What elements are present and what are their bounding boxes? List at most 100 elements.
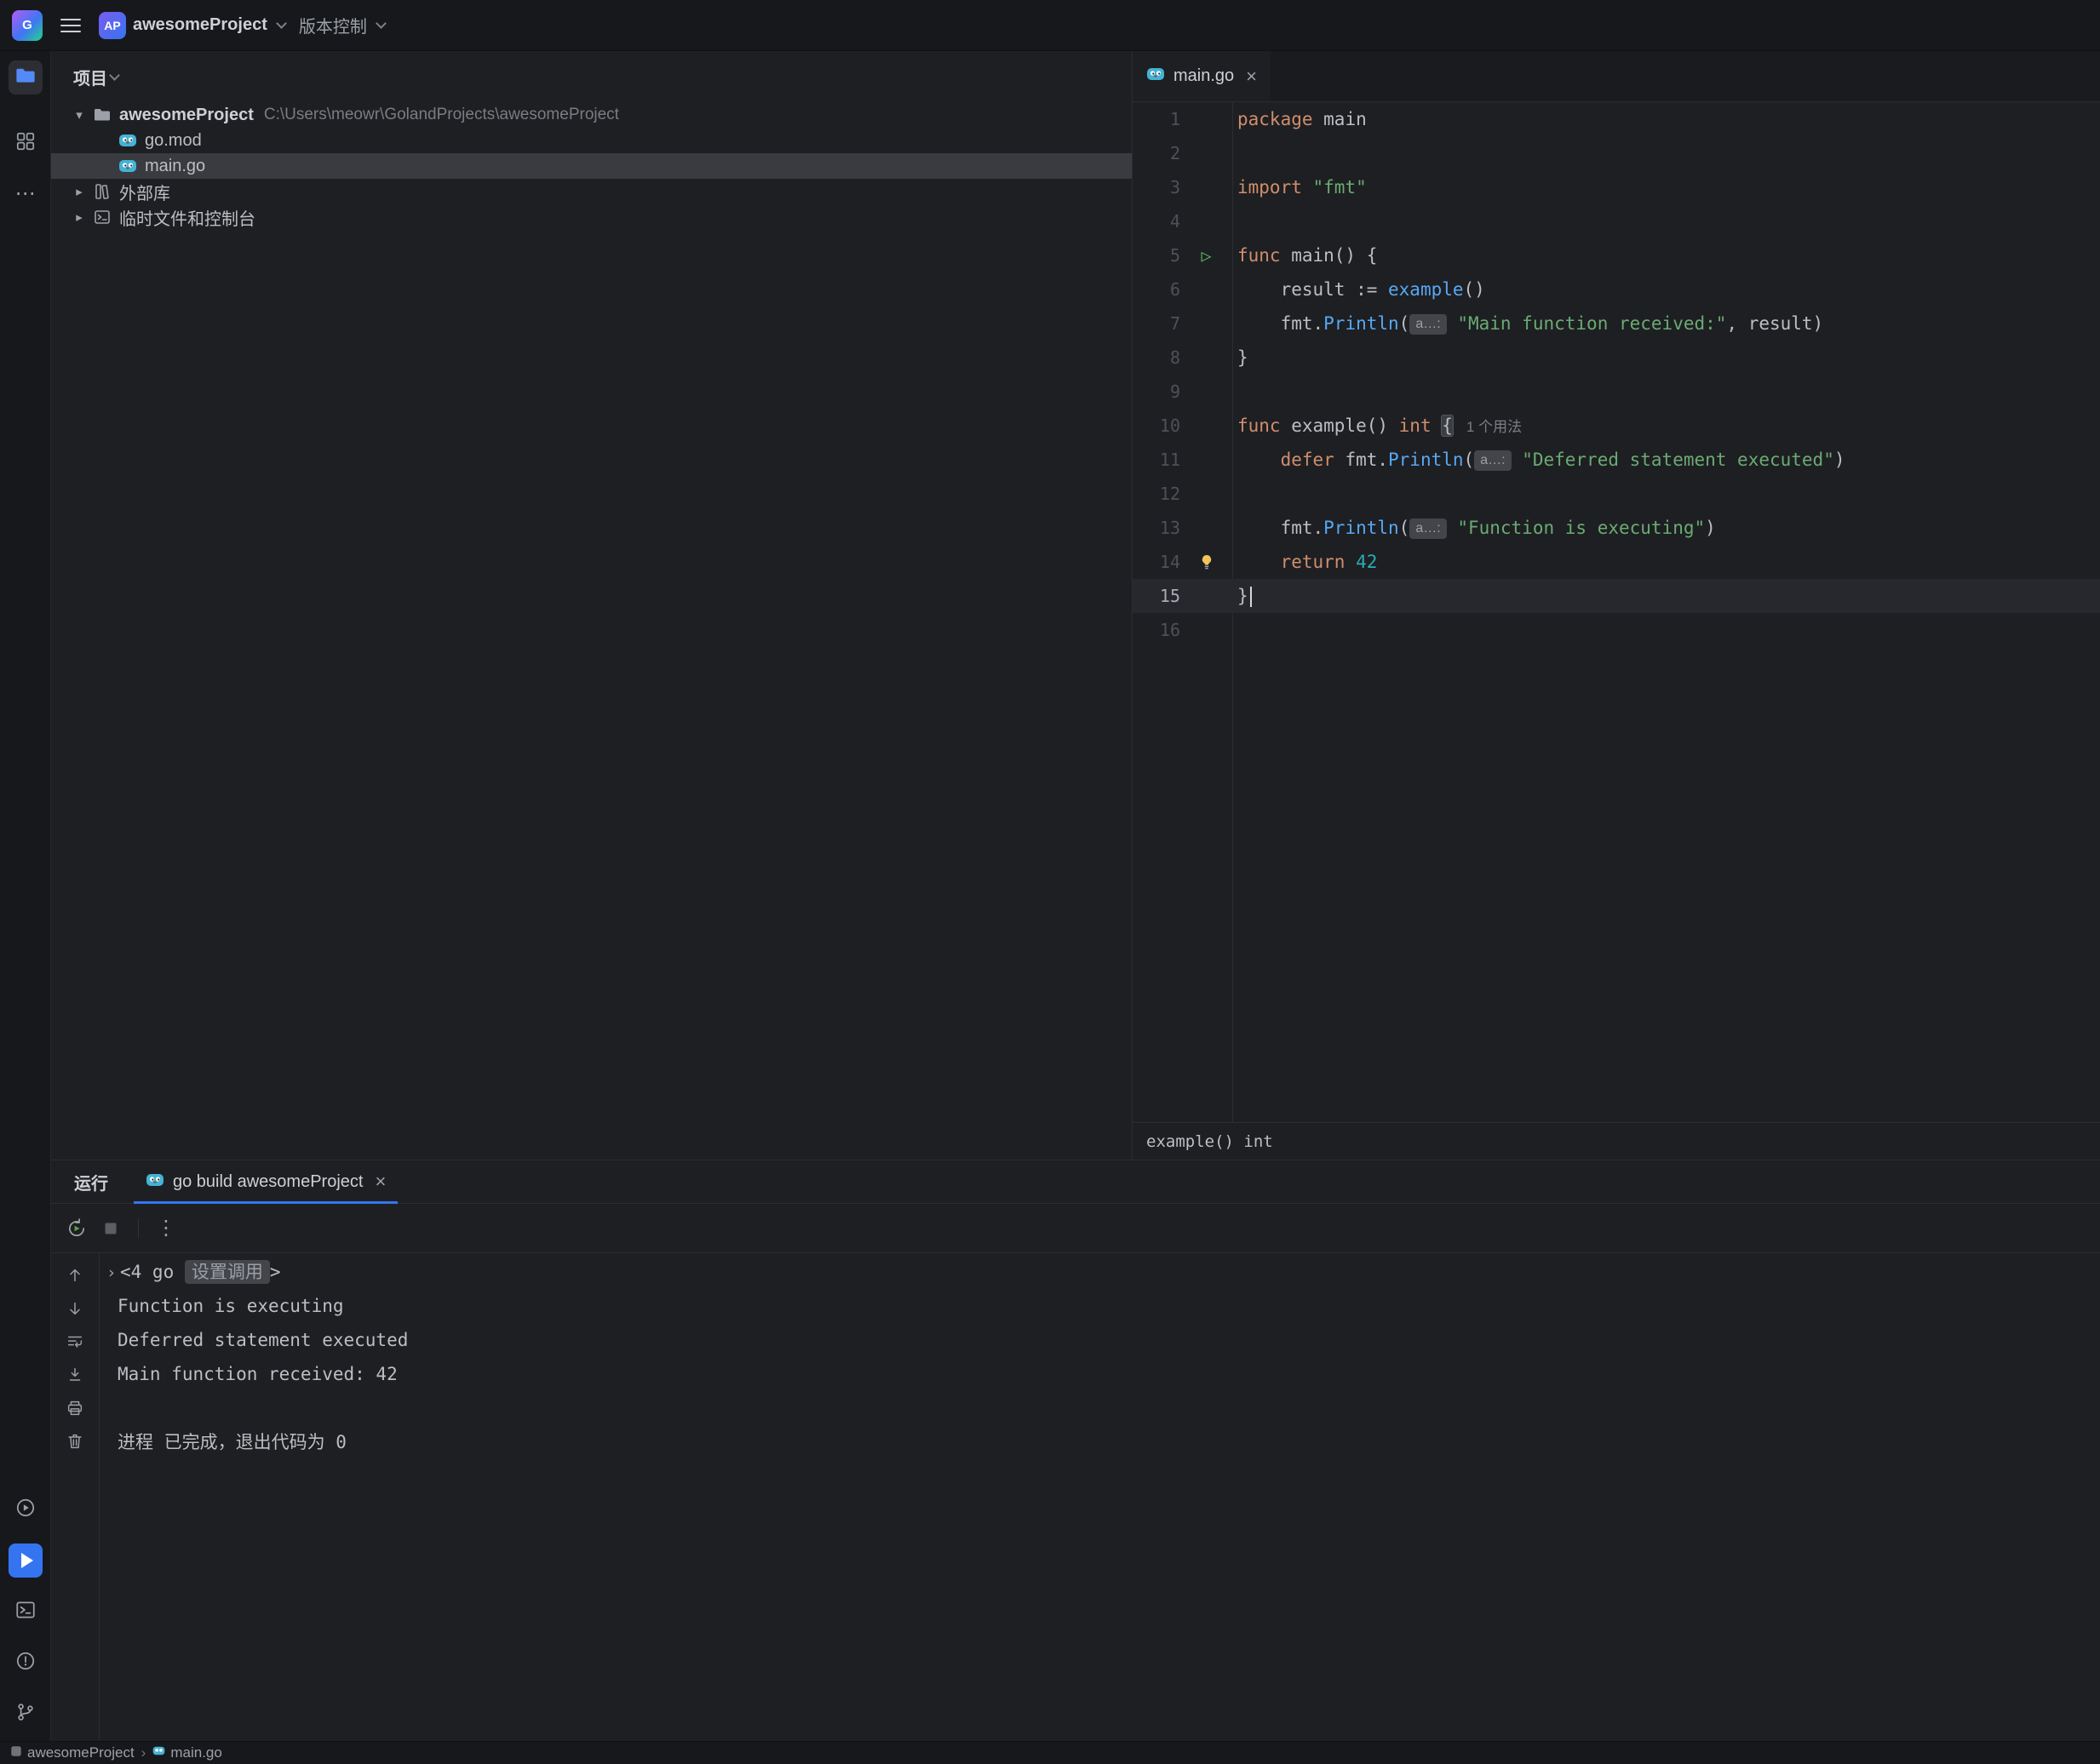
project-folder-icon xyxy=(14,65,37,91)
tool-services-button[interactable] xyxy=(9,1492,43,1526)
code-text: } xyxy=(1232,579,1252,613)
print-button[interactable] xyxy=(65,1398,85,1418)
intention-bulb-icon[interactable] xyxy=(1180,545,1232,579)
code-text: } xyxy=(1232,341,1248,375)
run-tool-window: 运行 go build awesomeProject × ⋮ xyxy=(51,1160,2100,1741)
chevron-down-icon[interactable]: ▾ xyxy=(66,107,92,123)
tool-structure-button[interactable] xyxy=(9,126,43,160)
tool-problems-button[interactable] xyxy=(9,1646,43,1680)
code-editor[interactable]: 1package main23import "fmt"45▷func main(… xyxy=(1133,102,2100,1122)
run-panel-title: 运行 xyxy=(74,1170,108,1194)
console-output[interactable]: ›<4 go 设置调用>Function is executingDeferre… xyxy=(100,1253,2100,1741)
go-icon xyxy=(118,130,138,151)
status-bar: awesomeProject › main.go xyxy=(0,1741,2100,1764)
line-number: 9 xyxy=(1133,375,1180,409)
gutter-spacer xyxy=(1180,477,1232,511)
editor-line-10[interactable]: 10func example() int {1 个用法 xyxy=(1133,409,2100,443)
code-text: import "fmt" xyxy=(1232,170,1367,204)
run-icon xyxy=(21,1553,33,1568)
breadcrumb-separator: › xyxy=(141,1744,146,1761)
tree-item-go-mod[interactable]: go.mod xyxy=(51,128,1132,153)
problems-icon xyxy=(14,1650,37,1676)
code-text xyxy=(1232,613,1237,647)
editor-line-11[interactable]: 11 defer fmt.Println(a…: "Deferred state… xyxy=(1133,443,2100,477)
line-number: 8 xyxy=(1133,341,1180,375)
editor-line-3[interactable]: 3import "fmt" xyxy=(1133,170,2100,204)
console-line: Main function received: 42 xyxy=(100,1357,2100,1391)
chevron-right-icon[interactable]: ▸ xyxy=(66,184,92,199)
statusbar-project-crumb[interactable]: awesomeProject xyxy=(10,1744,135,1761)
tree-item-main-go[interactable]: main.go xyxy=(51,153,1132,179)
chevron-right-icon[interactable]: ▸ xyxy=(66,209,92,225)
usages-inlay-hint[interactable]: 1 个用法 xyxy=(1466,419,1522,435)
project-widget[interactable]: AP awesomeProject xyxy=(99,12,285,39)
tool-project-button[interactable] xyxy=(9,60,43,94)
close-tab-icon[interactable]: × xyxy=(1246,67,1257,86)
run-tab-go-build[interactable]: go build awesomeProject × xyxy=(134,1160,398,1203)
editor-line-13[interactable]: 13 fmt.Println(a…: "Function is executin… xyxy=(1133,511,2100,545)
more-options-button[interactable]: ⋮ xyxy=(154,1217,178,1240)
code-token: } xyxy=(1237,347,1248,368)
soft-wrap-button[interactable] xyxy=(65,1332,85,1352)
tree-item-scratches-consoles[interactable]: ▸临时文件和控制台 xyxy=(51,204,1132,230)
tool-run-button[interactable] xyxy=(9,1544,43,1578)
structure-icon xyxy=(14,130,37,157)
command-settings-chip[interactable]: 设置调用 xyxy=(185,1260,270,1284)
code-token: ( xyxy=(1399,313,1410,334)
editor-line-8[interactable]: 8} xyxy=(1133,341,2100,375)
main-menu-button[interactable] xyxy=(56,11,85,40)
editor-line-7[interactable]: 7 fmt.Println(a…: "Main function receive… xyxy=(1133,306,2100,341)
editor-line-9[interactable]: 9 xyxy=(1133,375,2100,409)
vcs-widget[interactable]: 版本控制 xyxy=(299,13,385,37)
clear-console-button[interactable] xyxy=(65,1431,85,1452)
editor-area: main.go × 1package main23import "fmt"45▷… xyxy=(1133,51,2100,1160)
gutter-spacer xyxy=(1180,613,1232,647)
project-avatar: AP xyxy=(99,12,126,39)
project-icon xyxy=(10,1744,22,1761)
code-text: result := example() xyxy=(1232,272,1485,306)
console-line: ›<4 go 设置调用> xyxy=(100,1255,2100,1289)
editor-tab-main-go[interactable]: main.go × xyxy=(1133,51,1271,101)
tree-item-root[interactable]: ▾awesomeProjectC:\Users\meowr\GolandProj… xyxy=(51,102,1132,128)
tool-terminal-button[interactable] xyxy=(9,1595,43,1629)
tool-vcs-branch-button[interactable] xyxy=(9,1697,43,1731)
main-toolbar: G AP awesomeProject 版本控制 xyxy=(0,0,2100,51)
editor-line-16[interactable]: 16 xyxy=(1133,613,2100,647)
code-text: fmt.Println(a…: "Main function received:… xyxy=(1232,306,1823,341)
editor-line-12[interactable]: 12 xyxy=(1133,477,2100,511)
code-token xyxy=(1237,552,1281,572)
editor-line-5[interactable]: 5▷func main() { xyxy=(1133,238,2100,272)
editor-line-1[interactable]: 1package main xyxy=(1133,102,2100,136)
play-circle-icon xyxy=(14,1497,37,1523)
tree-item-label: go.mod xyxy=(145,131,202,151)
tree-item-external-libraries[interactable]: ▸外部库 xyxy=(51,179,1132,204)
code-token: package xyxy=(1237,109,1313,129)
scroll-to-end-button[interactable] xyxy=(65,1365,85,1385)
project-name-label: awesomeProject xyxy=(133,15,267,35)
next-occurrence-button[interactable] xyxy=(65,1298,85,1319)
code-token: Println xyxy=(1323,518,1399,538)
run-gutter-icon[interactable]: ▷ xyxy=(1180,238,1232,272)
statusbar-file-crumb[interactable]: main.go xyxy=(152,1744,221,1761)
line-number: 6 xyxy=(1133,272,1180,306)
code-token xyxy=(1345,552,1356,572)
signature-hint: example() int xyxy=(1146,1132,1273,1151)
close-run-tab-icon[interactable]: × xyxy=(375,1172,386,1191)
editor-line-15[interactable]: 15} xyxy=(1133,579,2100,613)
editor-line-2[interactable]: 2 xyxy=(1133,136,2100,170)
editor-line-4[interactable]: 4 xyxy=(1133,204,2100,238)
code-text xyxy=(1232,136,1237,170)
rerun-button[interactable] xyxy=(65,1217,89,1240)
go-file-icon xyxy=(1146,65,1165,88)
stop-button[interactable] xyxy=(99,1217,123,1240)
goland-logo-icon[interactable]: G xyxy=(12,10,43,41)
gutter-spacer xyxy=(1180,272,1232,306)
editor-line-14[interactable]: 14 return 42 xyxy=(1133,545,2100,579)
editor-line-6[interactable]: 6 result := example() xyxy=(1133,272,2100,306)
project-panel-header[interactable]: 项目 xyxy=(51,51,1132,102)
code-token xyxy=(1432,415,1443,436)
expand-command-icon[interactable]: › xyxy=(106,1256,120,1290)
gutter-spacer xyxy=(1180,375,1232,409)
prev-occurrence-button[interactable] xyxy=(65,1265,85,1286)
more-tool-windows-button[interactable]: ⋯ xyxy=(9,177,43,211)
